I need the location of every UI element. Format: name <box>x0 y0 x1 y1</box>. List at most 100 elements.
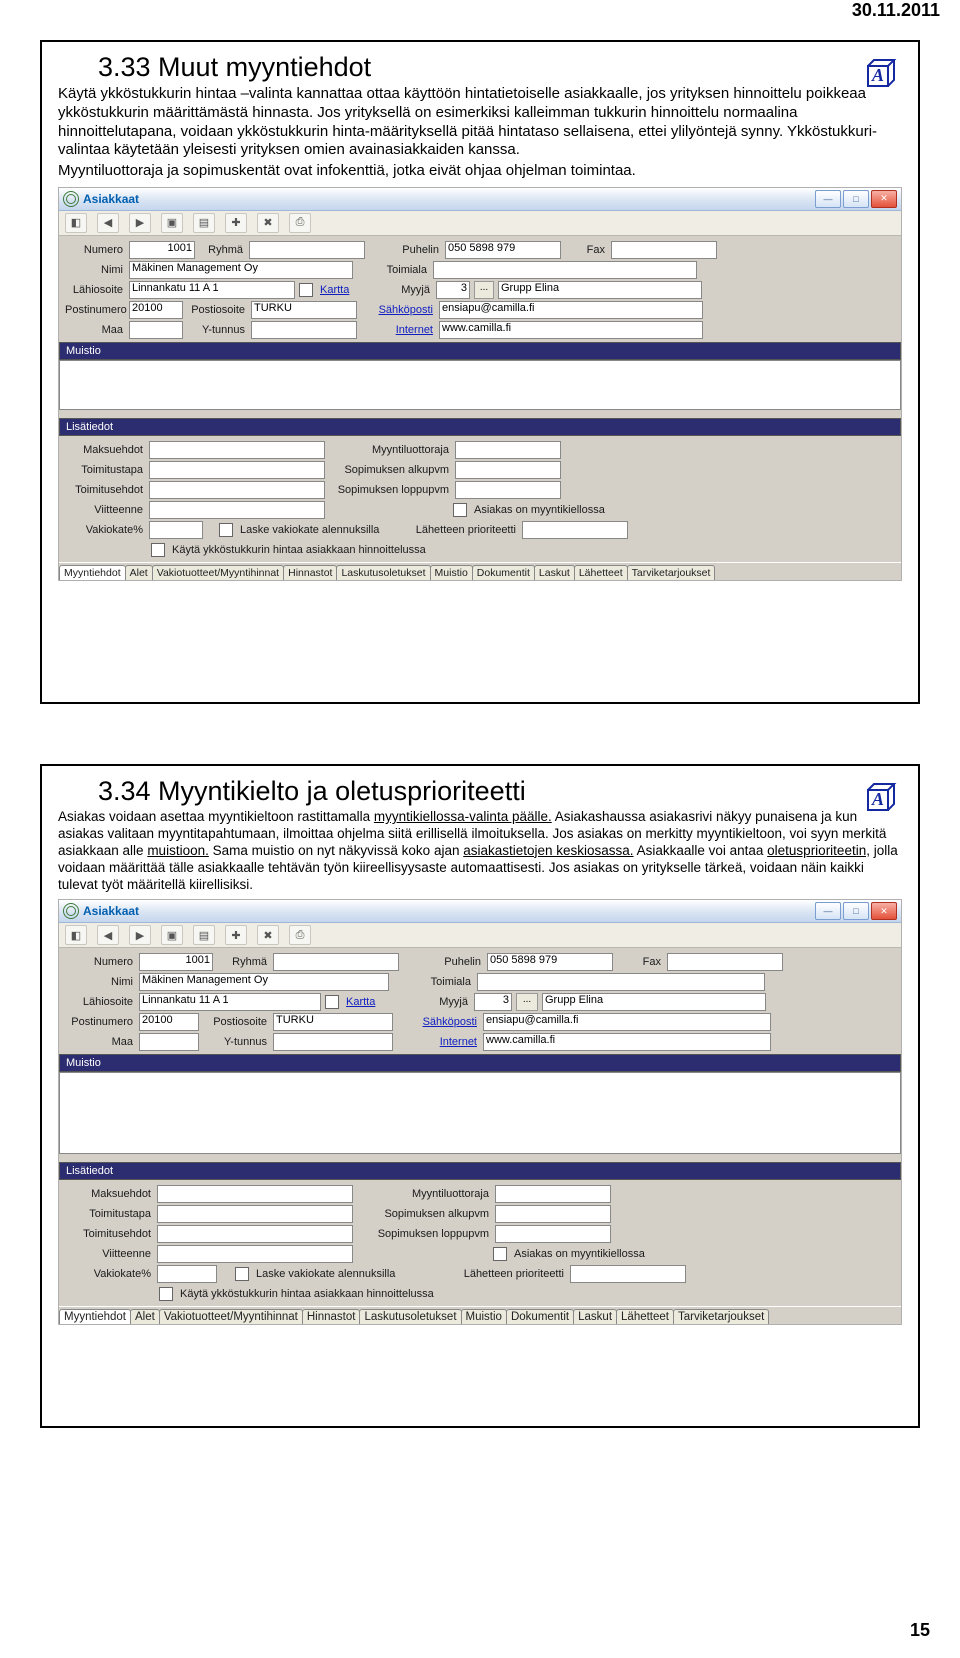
checkbox-laske-vakio[interactable] <box>219 523 233 537</box>
field-vakiokate[interactable] <box>157 1265 217 1283</box>
field-sop-alku[interactable] <box>455 461 561 479</box>
maximize-button[interactable]: □ <box>843 902 869 920</box>
field-myyntiluottoraja[interactable] <box>455 441 561 459</box>
tab[interactable]: Alet <box>125 565 153 580</box>
tab[interactable]: Hinnastot <box>283 565 337 580</box>
toolbar-button[interactable]: ✖ <box>257 213 279 233</box>
checkbox-myyntikielto[interactable] <box>493 1247 507 1261</box>
tab[interactable]: Muistio <box>430 565 473 580</box>
toolbar-button[interactable]: ▣ <box>161 213 183 233</box>
field-ytunnus[interactable] <box>273 1033 393 1051</box>
tab[interactable]: Laskut <box>534 565 575 580</box>
field-toimiala[interactable] <box>477 973 765 991</box>
tab[interactable]: Laskut <box>573 1309 617 1324</box>
tab[interactable]: Hinnastot <box>302 1309 361 1324</box>
field-nimi[interactable]: Mäkinen Management Oy <box>139 973 389 991</box>
tab[interactable]: Muistio <box>461 1309 507 1324</box>
field-ryhma[interactable] <box>249 241 365 259</box>
field-myyja-name[interactable]: Grupp Elina <box>498 281 702 299</box>
lookup-button[interactable]: ... <box>474 281 494 299</box>
field-fax[interactable] <box>611 241 717 259</box>
toolbar-button[interactable]: ▶ <box>129 213 151 233</box>
toolbar-button[interactable]: ▶ <box>129 925 151 945</box>
memo-area[interactable] <box>59 1072 901 1154</box>
toolbar-button[interactable]: ✚ <box>225 925 247 945</box>
field-viitteenne[interactable] <box>149 501 325 519</box>
field-toimitustapa[interactable] <box>157 1205 353 1223</box>
tab[interactable]: Lähetteet <box>616 1309 674 1324</box>
maximize-button[interactable]: □ <box>843 190 869 208</box>
checkbox-kartta[interactable] <box>325 995 339 1009</box>
field-vakiokate[interactable] <box>149 521 203 539</box>
field-maa[interactable] <box>139 1033 199 1051</box>
toolbar-button[interactable]: ⎙ <box>289 213 311 233</box>
field-maa[interactable] <box>129 321 183 339</box>
field-puhelin[interactable]: 050 5898 979 <box>487 953 613 971</box>
field-toimiala[interactable] <box>433 261 697 279</box>
toolbar-button[interactable]: ◀ <box>97 213 119 233</box>
field-sop-alku[interactable] <box>495 1205 611 1223</box>
field-toimitusehdot[interactable] <box>157 1225 353 1243</box>
field-sahkoposti[interactable]: ensiapu@camilla.fi <box>483 1013 771 1031</box>
field-internet[interactable]: www.camilla.fi <box>483 1033 771 1051</box>
tab[interactable]: Tarviketarjoukset <box>673 1309 769 1324</box>
field-toimitustapa[interactable] <box>149 461 325 479</box>
field-postiosoite[interactable]: TURKU <box>251 301 357 319</box>
link-internet[interactable]: Internet <box>397 1036 479 1048</box>
tab[interactable]: Tarviketarjoukset <box>627 565 716 580</box>
tab[interactable]: Vakiotuotteet/Myyntihinnat <box>152 565 284 580</box>
link-sahkoposti[interactable]: Sähköposti <box>361 304 435 316</box>
field-lahetteen-prio[interactable] <box>570 1265 686 1283</box>
field-myyja-num[interactable]: 3 <box>474 993 512 1011</box>
field-sahkoposti[interactable]: ensiapu@camilla.fi <box>439 301 703 319</box>
field-maksuehdot[interactable] <box>149 441 325 459</box>
tab[interactable]: Laskutusoletukset <box>359 1309 461 1324</box>
field-sop-loppu[interactable] <box>495 1225 611 1243</box>
tab[interactable]: Dokumentit <box>472 565 535 580</box>
field-toimitusehdot[interactable] <box>149 481 325 499</box>
field-puhelin[interactable]: 050 5898 979 <box>445 241 561 259</box>
close-button[interactable]: ✕ <box>871 190 897 208</box>
field-lahiosoite[interactable]: Linnankatu 11 A 1 <box>129 281 295 299</box>
link-kartta[interactable]: Kartta <box>320 284 356 296</box>
field-myyja-name[interactable]: Grupp Elina <box>542 993 766 1011</box>
minimize-button[interactable]: — <box>815 902 841 920</box>
field-viitteenne[interactable] <box>157 1245 353 1263</box>
field-myyja-num[interactable]: 3 <box>436 281 470 299</box>
field-postinumero[interactable]: 20100 <box>139 1013 199 1031</box>
toolbar-button[interactable]: ▤ <box>193 925 215 945</box>
toolbar-button[interactable]: ◧ <box>65 213 87 233</box>
field-nimi[interactable]: Mäkinen Management Oy <box>129 261 353 279</box>
tab[interactable]: Laskutusoletukset <box>336 565 430 580</box>
field-ryhma[interactable] <box>273 953 399 971</box>
link-kartta[interactable]: Kartta <box>346 996 386 1008</box>
field-lahiosoite[interactable]: Linnankatu 11 A 1 <box>139 993 321 1011</box>
toolbar-button[interactable]: ▤ <box>193 213 215 233</box>
tab[interactable]: Lähetteet <box>574 565 628 580</box>
memo-area[interactable] <box>59 360 901 410</box>
field-internet[interactable]: www.camilla.fi <box>439 321 703 339</box>
checkbox-laske-vakio[interactable] <box>235 1267 249 1281</box>
field-numero[interactable]: 1001 <box>139 953 213 971</box>
toolbar-button[interactable]: ✖ <box>257 925 279 945</box>
tab[interactable]: Myyntiehdot <box>59 1309 131 1324</box>
field-ytunnus[interactable] <box>251 321 357 339</box>
checkbox-kayta-ykkos[interactable] <box>151 543 165 557</box>
tab[interactable]: Dokumentit <box>506 1309 574 1324</box>
field-maksuehdot[interactable] <box>157 1185 353 1203</box>
field-postinumero[interactable]: 20100 <box>129 301 183 319</box>
checkbox-myyntikielto[interactable] <box>453 503 467 517</box>
toolbar-button[interactable]: ⎙ <box>289 925 311 945</box>
checkbox-kartta[interactable] <box>299 283 313 297</box>
toolbar-button[interactable]: ✚ <box>225 213 247 233</box>
toolbar-button[interactable]: ▣ <box>161 925 183 945</box>
field-fax[interactable] <box>667 953 783 971</box>
toolbar-button[interactable]: ◧ <box>65 925 87 945</box>
tab[interactable]: Vakiotuotteet/Myyntihinnat <box>159 1309 303 1324</box>
link-sahkoposti[interactable]: Sähköposti <box>397 1016 479 1028</box>
tab[interactable]: Myyntiehdot <box>59 565 126 580</box>
close-button[interactable]: ✕ <box>871 902 897 920</box>
link-internet[interactable]: Internet <box>361 324 435 336</box>
lookup-button[interactable]: ... <box>516 993 538 1011</box>
field-postiosoite[interactable]: TURKU <box>273 1013 393 1031</box>
